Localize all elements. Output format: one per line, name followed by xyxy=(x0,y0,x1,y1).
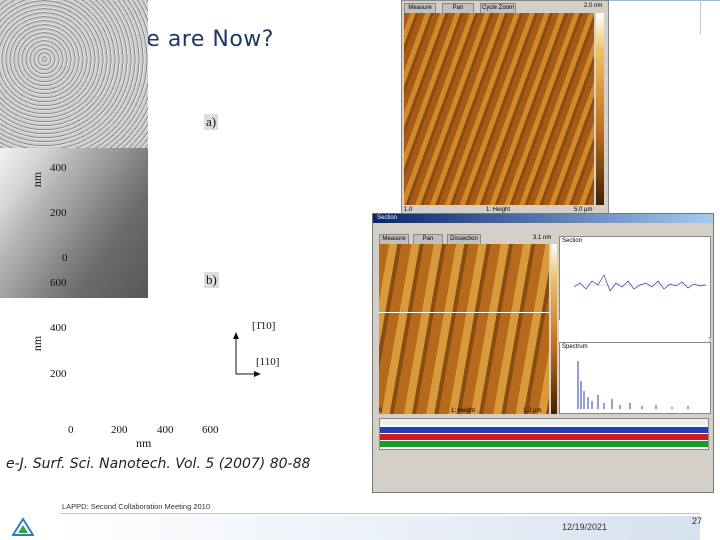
section-analysis-window: Section Measure Pan Dissection 3.1 nm 0 … xyxy=(372,213,714,493)
tick-label: 0 xyxy=(68,424,74,436)
afm-panel-b xyxy=(0,148,148,298)
y-axis-label-b: nm xyxy=(30,335,45,352)
logo-icon xyxy=(12,518,34,536)
table-row[interactable] xyxy=(380,434,708,440)
section-info-panel xyxy=(559,320,709,342)
color-scale-bar xyxy=(596,13,604,205)
spectrum-histogram: Spectrum xyxy=(559,342,711,414)
scale-max-label: 2.0 nm xyxy=(584,3,603,9)
top-right-frame xyxy=(700,0,720,34)
tick-label: 200 xyxy=(50,368,67,380)
citation-text: e-J. Surf. Sci. Nanotech. Vol. 5 (2007) … xyxy=(6,456,311,472)
x-right-label: 1.2 µm xyxy=(523,408,542,414)
tick-label: 400 xyxy=(50,162,67,174)
section-height-image[interactable] xyxy=(379,244,549,414)
afm-image-window: Measure Pan Cycle Zoom 2.0 nm 1.0 1: Hei… xyxy=(401,0,609,217)
tick-label: 600 xyxy=(202,424,219,436)
section-measurement-table xyxy=(379,418,709,450)
table-header-row xyxy=(380,419,708,425)
window-title: Section xyxy=(377,215,398,221)
tick-label: 200 xyxy=(111,424,128,436)
x-axis-label: nm xyxy=(136,436,152,450)
window-titlebar: Section xyxy=(373,214,713,223)
table-row[interactable] xyxy=(380,427,708,433)
color-scale-bar xyxy=(551,244,557,414)
x-left-label: 0 xyxy=(379,408,383,414)
panel-b-label: b) xyxy=(204,272,219,288)
direction-arrows xyxy=(233,332,261,377)
panel-a-label: a) xyxy=(204,114,219,130)
page-number: 27 xyxy=(692,516,703,526)
histogram-bars xyxy=(577,361,689,409)
afm-height-image[interactable] xyxy=(404,13,594,205)
profile-curve xyxy=(573,274,707,292)
section-cut-line[interactable] xyxy=(379,312,549,313)
tick-label: 0 xyxy=(62,252,68,264)
scale-max-label: 3.1 nm xyxy=(533,235,552,241)
footer-rule xyxy=(60,513,700,514)
y-axis-label-a: nm xyxy=(30,171,45,188)
tick-label: 200 xyxy=(50,207,67,219)
hist-label: Spectrum xyxy=(562,344,588,350)
meeting-label: LAPPD: Second Collaboration Meeting 2010 xyxy=(62,502,211,511)
slide-date: 12/19/2021 xyxy=(562,522,608,532)
profile-label: Section xyxy=(562,238,583,244)
channel-label: 1: Height xyxy=(451,408,476,414)
tick-label: 600 xyxy=(50,277,67,289)
tick-label: 400 xyxy=(157,424,174,436)
tick-label: 400 xyxy=(50,322,67,334)
afm-panel-a xyxy=(0,0,148,148)
table-row[interactable] xyxy=(380,441,708,447)
